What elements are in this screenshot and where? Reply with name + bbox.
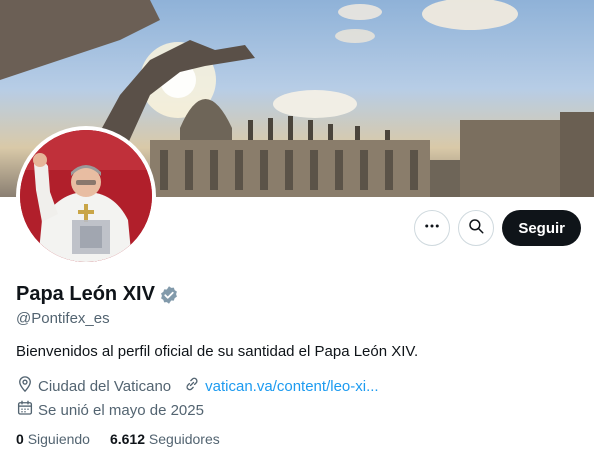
location-text: Ciudad del Vaticano	[38, 377, 172, 395]
following-stat[interactable]: 0 Siguiendo	[16, 431, 90, 447]
joined-item: Se unió el mayo de 2025	[16, 399, 204, 421]
profile-stats: 0 Siguiendo 6.612 Seguidores	[16, 431, 220, 447]
calendar-icon	[16, 399, 34, 421]
following-count: 0	[16, 431, 24, 447]
profile-name: Papa León XIV	[16, 283, 155, 305]
profile-joined-row: Se unió el mayo de 2025	[16, 399, 204, 421]
avatar-photo	[20, 130, 152, 262]
search-icon	[467, 217, 485, 240]
location-pin-icon	[16, 375, 34, 397]
followers-stat[interactable]: 6.612 Seguidores	[110, 431, 220, 447]
profile-name-row: Papa León XIV	[16, 283, 179, 306]
link-icon	[183, 375, 201, 397]
profile-meta-row: Ciudad del Vaticano vatican.va/content/l…	[16, 375, 379, 397]
profile-bio: Bienvenidos al perfil oficial de su sant…	[16, 343, 419, 360]
following-label: Siguiendo	[27, 431, 90, 447]
search-profile-button[interactable]	[458, 210, 495, 246]
follow-button[interactable]: Seguir	[502, 210, 581, 246]
profile-page: Seguir Papa León XIV @Pontifex_es Bienve…	[0, 0, 594, 454]
website-link[interactable]: vatican.va/content/leo-xi...	[205, 378, 378, 395]
more-button[interactable]	[414, 210, 451, 246]
profile-avatar[interactable]	[16, 126, 156, 266]
profile-actions: Seguir	[414, 210, 581, 246]
more-dots-icon	[423, 217, 441, 240]
profile-handle: @Pontifex_es	[16, 310, 110, 327]
followers-count: 6.612	[109, 431, 146, 447]
location-item: Ciudad del Vaticano	[16, 375, 171, 397]
joined-text: Se unió el mayo de 2025	[38, 401, 204, 419]
followers-label: Seguidores	[148, 431, 220, 447]
verified-badge-icon[interactable]	[159, 285, 179, 305]
website-item: vatican.va/content/leo-xi...	[183, 375, 379, 397]
